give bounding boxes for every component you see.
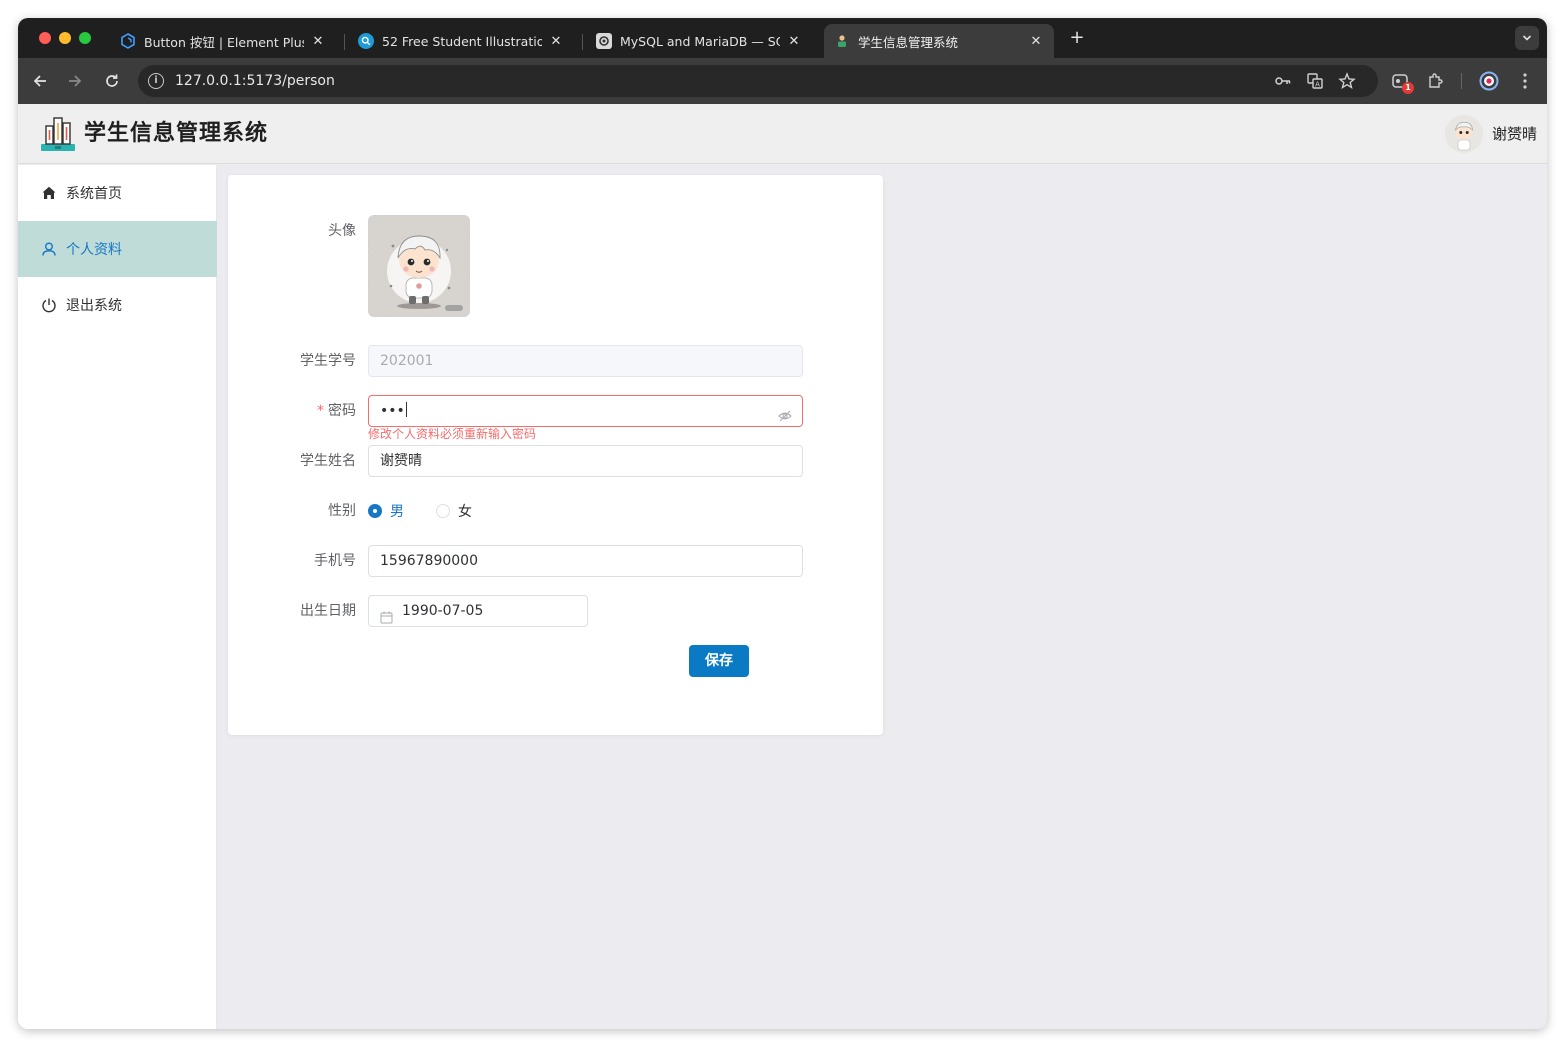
gender-radio-male[interactable]: 男: [368, 495, 404, 527]
birth-date-label: 出生日期: [300, 603, 356, 619]
close-tab-icon[interactable]: ✕: [310, 34, 326, 49]
sqlalchemy-icon: [596, 33, 612, 49]
minimize-window-button[interactable]: [59, 32, 71, 44]
birth-date-value: 1990-07-05: [402, 603, 484, 619]
password-value: •••: [380, 403, 405, 419]
power-icon: [40, 296, 58, 314]
search-icon: [358, 33, 374, 49]
back-button[interactable]: [29, 70, 51, 92]
home-icon: [40, 184, 58, 202]
tab-element-plus[interactable]: Button 按钮 | Element Plus ✕: [110, 24, 336, 58]
text-cursor: [405, 402, 407, 417]
password-error-text: 修改个人资料必须重新输入密码: [368, 427, 537, 441]
browser-toolbar: i 127.0.0.1:5173/person A 1: [18, 58, 1547, 104]
student-favicon-icon: [834, 33, 850, 49]
sidebar-item-label: 个人资料: [66, 242, 122, 258]
extension-vue-icon[interactable]: 1: [1389, 70, 1414, 94]
user-avatar[interactable]: [1445, 115, 1483, 153]
gender-label: 性别: [328, 503, 356, 519]
extensions-puzzle-icon[interactable]: [1424, 70, 1446, 92]
star-icon[interactable]: [1338, 72, 1356, 90]
required-mark: *: [317, 403, 324, 419]
name-label: 学生姓名: [300, 453, 356, 469]
tab-title: Button 按钮 | Element Plus: [144, 34, 304, 50]
avatar-uploader[interactable]: [368, 215, 470, 317]
sidebar-item-label: 系统首页: [66, 186, 122, 202]
tab-strip: Button 按钮 | Element Plus ✕ 52 Free Stude…: [18, 18, 1547, 58]
tab-separator: [582, 34, 583, 50]
avatar-label: 头像: [328, 223, 356, 239]
close-tab-icon[interactable]: ✕: [548, 34, 564, 49]
more-menu-icon[interactable]: [1514, 70, 1536, 92]
profile-form-card: 头像 学生学号 202001 * 密码 ••• 修改个人资料必须重新输入密码 学…: [228, 175, 883, 735]
new-tab-button[interactable]: +: [1067, 28, 1087, 48]
tab-sqlalchemy[interactable]: MySQL and MariaDB — SQLA ✕: [586, 24, 812, 58]
sidebar-item-label: 退出系统: [66, 298, 122, 314]
element-plus-icon: [120, 33, 136, 49]
student-avatar-image: [369, 216, 469, 316]
password-input[interactable]: •••: [368, 395, 803, 427]
reload-button[interactable]: [101, 70, 123, 92]
name-input[interactable]: 谢赟晴: [368, 445, 803, 477]
sidebar-menu: 系统首页 个人资料 退出系统: [18, 165, 217, 1029]
maximize-window-button[interactable]: [79, 32, 91, 44]
close-window-button[interactable]: [39, 32, 51, 44]
radio-unchecked-icon: [436, 504, 450, 518]
user-icon: [40, 240, 58, 258]
browser-window: Button 按钮 | Element Plus ✕ 52 Free Stude…: [18, 18, 1547, 1029]
radio-label: 男: [390, 504, 404, 520]
password-label: * 密码: [228, 395, 356, 427]
birth-date-picker[interactable]: 1990-07-05: [368, 595, 588, 627]
eye-off-icon[interactable]: [778, 404, 792, 422]
app-logo-icon: [38, 114, 78, 154]
save-button[interactable]: 保存: [689, 645, 749, 677]
calendar-icon: [380, 605, 393, 624]
app-title: 学生信息管理系统: [84, 121, 269, 146]
sidebar-item-home[interactable]: 系统首页: [18, 165, 217, 221]
app-header: 学生信息管理系统 谢赟晴: [18, 104, 1547, 164]
extension-badge: 1: [1402, 82, 1414, 94]
radio-checked-icon: [368, 504, 382, 518]
url-text: 127.0.0.1:5173/person: [175, 73, 335, 89]
close-tab-icon[interactable]: ✕: [786, 34, 802, 49]
password-label-text: 密码: [328, 403, 356, 419]
tab-separator: [344, 34, 345, 50]
close-tab-icon[interactable]: ✕: [1028, 34, 1044, 49]
tab-student-illustrations[interactable]: 52 Free Student Illustrations ✕: [348, 24, 574, 58]
forward-button[interactable]: [64, 70, 86, 92]
radio-label: 女: [458, 504, 472, 520]
tab-title: MySQL and MariaDB — SQLA: [620, 33, 780, 49]
tab-search-button[interactable]: [1515, 26, 1539, 50]
sidebar-item-profile[interactable]: 个人资料: [18, 221, 217, 277]
tab-student-system[interactable]: 学生信息管理系统 ✕: [824, 24, 1054, 58]
sidebar-item-logout[interactable]: 退出系统: [18, 277, 217, 333]
profile-icon[interactable]: [1478, 70, 1500, 92]
address-bar[interactable]: i 127.0.0.1:5173/person A: [138, 65, 1378, 97]
tab-title: 学生信息管理系统: [858, 34, 959, 50]
toolbar-divider: [1461, 73, 1462, 89]
gender-radio-female[interactable]: 女: [436, 495, 472, 527]
user-name[interactable]: 谢赟晴: [1492, 104, 1537, 164]
student-id-label: 学生学号: [300, 353, 356, 369]
tab-title: 52 Free Student Illustrations: [382, 33, 542, 49]
translate-icon[interactable]: A: [1306, 72, 1324, 90]
site-info-icon[interactable]: i: [148, 73, 164, 89]
key-icon[interactable]: [1274, 72, 1292, 90]
phone-input[interactable]: 15967890000: [368, 545, 803, 577]
phone-label: 手机号: [314, 553, 356, 569]
svg-text:A: A: [1315, 81, 1320, 89]
student-id-input[interactable]: 202001: [368, 345, 803, 377]
